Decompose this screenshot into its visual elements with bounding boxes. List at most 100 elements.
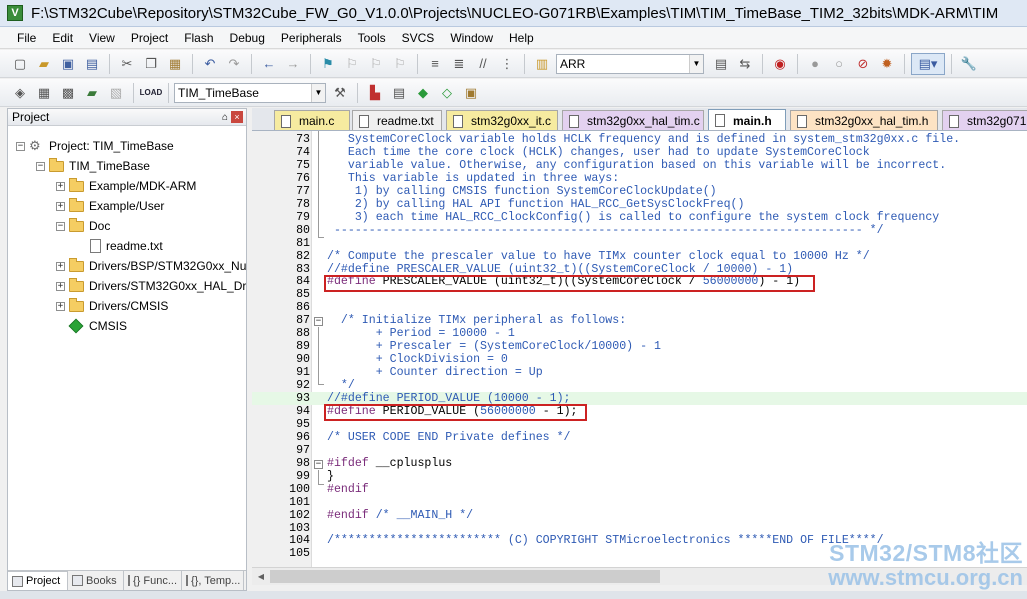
- redo-icon[interactable]: ↷: [223, 53, 245, 75]
- editor-tab-stm32g071[interactable]: stm32g071: [942, 110, 1027, 130]
- configure-icon[interactable]: 🔧: [958, 53, 980, 75]
- collapse-icon[interactable]: −: [36, 161, 45, 171]
- paste-icon[interactable]: ▦: [164, 53, 186, 75]
- panel-tab-2[interactable]: {} Func...: [124, 571, 182, 590]
- project-panel-tabs: Project Books {} Func... {}, Temp...: [8, 570, 246, 590]
- debug-session-icon[interactable]: ◉: [769, 53, 791, 75]
- expand-icon[interactable]: +: [56, 281, 65, 291]
- expand-icon[interactable]: +: [56, 261, 65, 271]
- unindent-icon[interactable]: ≣: [448, 53, 470, 75]
- build-icon[interactable]: ▦: [33, 82, 55, 104]
- expand-icon[interactable]: +: [56, 201, 65, 211]
- save-all-icon[interactable]: ▤: [81, 53, 103, 75]
- menu-svcs[interactable]: SVCS: [394, 27, 443, 49]
- menu-edit[interactable]: Edit: [44, 27, 81, 49]
- cut-icon[interactable]: ✂: [116, 53, 138, 75]
- navigate-back-icon[interactable]: ←: [258, 53, 280, 75]
- tree-item[interactable]: + Drivers/CMSIS: [56, 296, 168, 316]
- uncomment-icon[interactable]: ⋮: [496, 53, 518, 75]
- editor-tab-label: main.h: [733, 113, 772, 128]
- chevron-down-icon[interactable]: ▼: [689, 54, 703, 73]
- tree-item[interactable]: − Doc: [56, 216, 110, 236]
- tree-item[interactable]: + Drivers/BSP/STM32G0xx_Nuc: [56, 256, 246, 276]
- find-icon[interactable]: ▤: [710, 53, 732, 75]
- stop-build-icon[interactable]: ▧: [105, 82, 127, 104]
- navigate-forward-icon[interactable]: →: [282, 53, 304, 75]
- panel-tab-3[interactable]: {}, Temp...: [182, 571, 244, 590]
- line-number: 89: [296, 340, 310, 354]
- disable-breakpoints-icon[interactable]: ⊘: [852, 53, 874, 75]
- kill-breakpoints-icon[interactable]: ✹: [876, 53, 898, 75]
- code-line: 87 /* Initialize TIMx peripheral as foll…: [252, 314, 1027, 327]
- select-software-packs-icon[interactable]: ◇: [436, 82, 458, 104]
- collapse-icon[interactable]: −: [56, 221, 65, 231]
- copy-icon[interactable]: ❐: [140, 53, 162, 75]
- collapse-icon[interactable]: −: [16, 141, 25, 151]
- manage-rte-icon[interactable]: ◆: [412, 82, 434, 104]
- next-bookmark-icon[interactable]: ⚐: [365, 53, 387, 75]
- tree-item[interactable]: − TIM_TimeBase: [36, 156, 150, 176]
- indent-icon[interactable]: ≡: [424, 53, 446, 75]
- tree-item[interactable]: + Drivers/STM32G0xx_HAL_Driv: [56, 276, 246, 296]
- enable-breakpoint-icon[interactable]: ○: [828, 53, 850, 75]
- manage-components-icon[interactable]: ▙: [364, 82, 386, 104]
- rebuild-icon[interactable]: ▩: [57, 82, 79, 104]
- insert-breakpoint-icon[interactable]: ●: [804, 53, 826, 75]
- tree-item[interactable]: CMSIS: [56, 316, 127, 336]
- new-file-icon[interactable]: ▢: [9, 53, 31, 75]
- target-options-icon[interactable]: ⚒: [329, 82, 351, 104]
- editor-tab-main-h[interactable]: main.h: [708, 109, 786, 130]
- pack-installer-icon[interactable]: ▣: [460, 82, 482, 104]
- chevron-down-icon[interactable]: ▼: [311, 83, 325, 102]
- find-combo[interactable]: ARR ▼: [556, 53, 704, 74]
- expand-icon[interactable]: +: [56, 181, 65, 191]
- comment-icon[interactable]: //: [472, 53, 494, 75]
- file-extensions-icon[interactable]: ▤: [388, 82, 410, 104]
- incremental-find-icon[interactable]: ⇆: [734, 53, 756, 75]
- download-load-button[interactable]: LOAD: [140, 82, 163, 104]
- editor-tab-readme-txt[interactable]: readme.txt: [352, 110, 442, 130]
- menu-peripherals[interactable]: Peripherals: [273, 27, 350, 49]
- menu-flash[interactable]: Flash: [176, 27, 221, 49]
- code-text: #endif: [327, 483, 369, 496]
- fold-toggle-icon[interactable]: −: [314, 317, 323, 326]
- editor-tab-stm32g0xx-hal-tim-c[interactable]: stm32g0xx_hal_tim.c: [562, 110, 704, 130]
- prev-bookmark-icon[interactable]: ⚐: [341, 53, 363, 75]
- panel-tab-1[interactable]: Books: [68, 571, 124, 590]
- editor-tab-stm32g0xx-hal-tim-h[interactable]: stm32g0xx_hal_tim.h: [790, 110, 938, 130]
- tree-item[interactable]: − ⚙ Project: TIM_TimeBase: [16, 136, 174, 156]
- tree-item[interactable]: readme.txt: [76, 236, 163, 256]
- code-line: 96 /* USER CODE END Private defines */: [252, 431, 1027, 444]
- fold-toggle-icon[interactable]: −: [314, 460, 323, 469]
- editor-tab-main-c[interactable]: main.c: [274, 110, 350, 130]
- panel-tab-0[interactable]: Project: [8, 571, 68, 590]
- scrollbar-thumb[interactable]: [270, 570, 660, 583]
- scroll-left-icon[interactable]: ◀: [254, 570, 268, 583]
- close-panel-icon[interactable]: ×: [231, 111, 243, 123]
- menu-tools[interactable]: Tools: [350, 27, 394, 49]
- bookmark-icon[interactable]: ⚑: [317, 53, 339, 75]
- find-in-files-icon[interactable]: ▥: [531, 53, 553, 75]
- menu-view[interactable]: View: [81, 27, 123, 49]
- menu-file[interactable]: File: [0, 27, 44, 49]
- pin-icon[interactable]: ⌂: [222, 112, 228, 123]
- window-layout-icon[interactable]: ▤▾: [911, 52, 945, 75]
- open-file-icon[interactable]: ▰: [33, 53, 55, 75]
- tree-item[interactable]: + Example/MDK-ARM: [56, 176, 196, 196]
- translate-icon[interactable]: ◈: [9, 82, 31, 104]
- undo-icon[interactable]: ↶: [199, 53, 221, 75]
- menu-help[interactable]: Help: [501, 27, 542, 49]
- expand-icon[interactable]: +: [56, 301, 65, 311]
- menu-window[interactable]: Window: [442, 27, 501, 49]
- tree-item-label: Drivers/CMSIS: [89, 299, 169, 313]
- editor-tab-stm32g0xx-it-c[interactable]: stm32g0xx_it.c: [446, 110, 558, 130]
- code-text: #endif /* __MAIN_H */: [327, 509, 473, 522]
- clear-bookmarks-icon[interactable]: ⚐: [389, 53, 411, 75]
- menu-project[interactable]: Project: [123, 27, 176, 49]
- menu-debug[interactable]: Debug: [222, 27, 273, 49]
- batch-build-icon[interactable]: ▰: [81, 82, 103, 104]
- target-select[interactable]: TIM_TimeBase ▼: [174, 82, 326, 103]
- code-editor[interactable]: 73 SystemCoreClock variable holds HCLK f…: [252, 131, 1027, 567]
- tree-item[interactable]: + Example/User: [56, 196, 164, 216]
- save-icon[interactable]: ▣: [57, 53, 79, 75]
